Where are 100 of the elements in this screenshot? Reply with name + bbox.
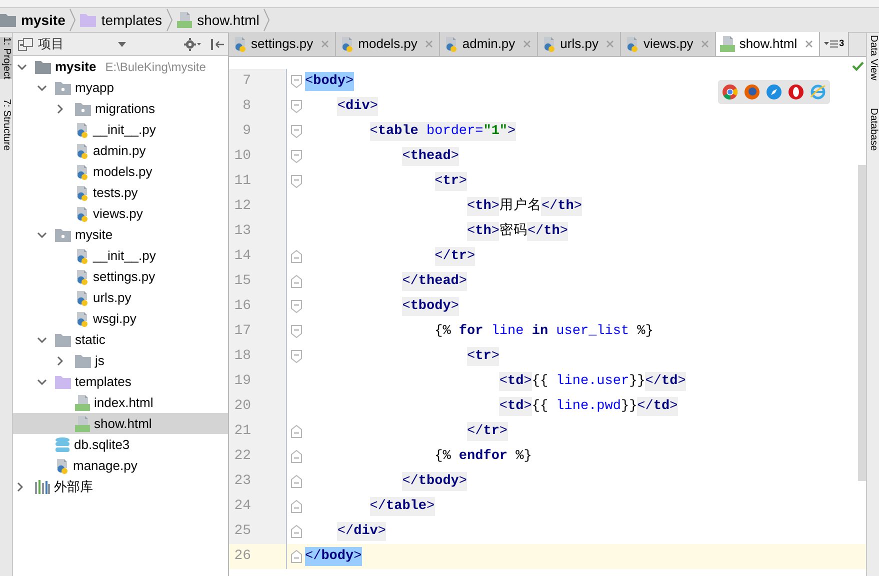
fold-end-icon (290, 450, 302, 463)
tree-item[interactable]: __init__.py (13, 245, 228, 266)
tree-item[interactable]: show.html (13, 413, 228, 434)
code-line: <thead> (401, 146, 459, 168)
tree-item[interactable]: static (13, 329, 228, 350)
editor-tab[interactable]: views.py (621, 32, 716, 56)
code-line: <tr> (434, 170, 468, 192)
tree-item[interactable]: index.html (13, 392, 228, 413)
line-number: 24 (233, 497, 251, 516)
python-file-icon (75, 310, 89, 326)
folder-icon (55, 332, 71, 346)
python-file-icon (55, 458, 69, 474)
close-icon (701, 40, 710, 48)
breadcrumb-item[interactable]: templates (76, 8, 166, 32)
tree-item[interactable]: settings.py (13, 266, 228, 287)
folder-icon (35, 60, 51, 74)
caret-down-icon (118, 42, 126, 46)
list-icon (824, 40, 838, 48)
compass-icon[interactable] (766, 84, 782, 100)
library-icon (35, 480, 50, 494)
breadcrumb-item[interactable]: show.html (173, 8, 264, 32)
tree-item[interactable]: mysite E:\BuleKing\mysite (13, 56, 228, 77)
browser-icon[interactable] (722, 84, 738, 100)
html-file-icon (75, 416, 90, 432)
fold-start-icon (290, 125, 302, 138)
fold-end-icon (290, 500, 302, 513)
code-line: <th>密码</th> (466, 220, 568, 242)
line-number: 11 (233, 172, 251, 191)
panel-title[interactable]: 项目 (38, 34, 64, 54)
tab-overflow-button[interactable]: 3 (820, 32, 850, 56)
editor-tab[interactable]: urls.py (538, 32, 622, 56)
fold-end-icon (290, 275, 302, 288)
python-file-icon (233, 36, 247, 52)
code-line: <body> (305, 70, 354, 92)
tree-item[interactable]: __init__.py (13, 119, 228, 140)
tool-window-tab[interactable]: 1: Project (0, 37, 12, 80)
line-number: 12 (233, 197, 251, 216)
line-number: 15 (233, 272, 251, 291)
code-line: </tr> (466, 420, 508, 442)
python-file-icon (75, 122, 89, 138)
line-number: 19 (233, 372, 251, 391)
database-icon (55, 436, 70, 452)
fold-start-icon (290, 150, 302, 163)
fold-start-icon (290, 75, 302, 88)
code-line: <tbody> (401, 296, 459, 318)
python-file-icon (444, 36, 458, 52)
editor-tab[interactable]: show.html (716, 32, 820, 56)
folder-icon (80, 13, 96, 27)
html-file-icon (177, 12, 192, 28)
fold-start-icon (290, 325, 302, 338)
project-view-icon (18, 38, 33, 50)
checkmark-icon (852, 61, 864, 71)
code-line: </table> (368, 496, 435, 518)
fold-start-icon (290, 100, 302, 113)
python-file-icon (75, 164, 89, 180)
fold-start-icon (290, 300, 302, 313)
tree-item[interactable]: manage.py (13, 455, 228, 476)
code-line: </thead> (401, 270, 468, 292)
browser-icon[interactable] (744, 84, 760, 100)
editor-tab[interactable]: admin.py (440, 32, 538, 56)
package-folder-icon (75, 102, 91, 116)
tool-window-tab[interactable]: Database (867, 108, 879, 152)
folder-icon (0, 13, 16, 27)
editor-tab[interactable]: settings.py (229, 32, 336, 56)
code-line: <table border="1"> (368, 120, 516, 142)
tree-item[interactable]: tests.py (13, 182, 228, 203)
code-line: <td>{{ line.pwd}}</td> (498, 396, 678, 418)
folder-icon (55, 374, 71, 388)
breadcrumb-item[interactable]: mysite (0, 8, 70, 32)
tree-item[interactable]: 外部库 (13, 476, 228, 497)
line-number: 14 (233, 247, 251, 266)
line-number: 9 (242, 122, 251, 141)
browser-icon[interactable] (788, 84, 804, 100)
code-line: {% endfor %} (434, 448, 532, 466)
close-icon (606, 40, 614, 48)
tree-item[interactable]: admin.py (13, 140, 228, 161)
close-icon (805, 40, 814, 48)
package-folder-icon (55, 80, 71, 94)
python-file-icon (542, 36, 556, 52)
close-icon (321, 40, 330, 48)
fold-end-icon (290, 475, 302, 488)
line-number: 10 (233, 147, 251, 166)
tree-item[interactable]: models.py (13, 161, 228, 182)
tree-item[interactable]: templates (13, 371, 228, 392)
tool-window-tab[interactable]: Data View (867, 35, 879, 80)
code-line: </div> (336, 520, 386, 542)
editor-tab[interactable]: models.py (336, 32, 440, 56)
tree-item[interactable]: migrations (13, 98, 228, 119)
python-file-icon (75, 206, 89, 222)
fold-end-icon (290, 425, 302, 438)
tree-item[interactable]: urls.py (13, 287, 228, 308)
code-line: </tbody> (401, 470, 468, 492)
tree-item[interactable]: mysite (13, 224, 228, 245)
tree-item[interactable]: myapp (13, 77, 228, 98)
tree-item[interactable]: views.py (13, 203, 228, 224)
tree-item[interactable]: js (13, 350, 228, 371)
tree-item[interactable]: db.sqlite3 (13, 434, 228, 455)
scrollbar-thumb[interactable] (858, 165, 866, 481)
tree-item[interactable]: wsgi.py (13, 308, 228, 329)
tool-window-tab[interactable]: 7: Structure (0, 99, 12, 151)
